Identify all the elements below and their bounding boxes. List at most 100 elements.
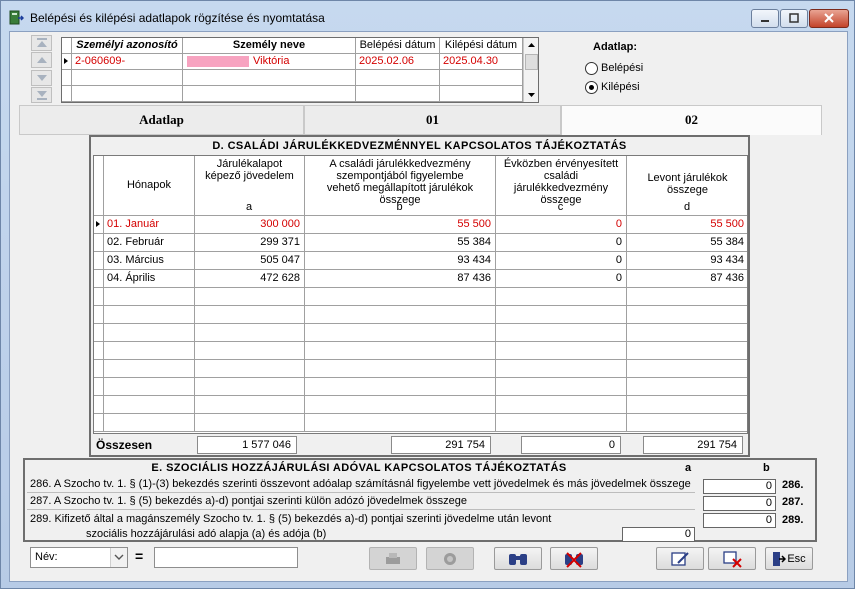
grid-empty-cell	[195, 360, 305, 378]
person-name-cell[interactable]: Viktória	[183, 54, 356, 70]
maximize-button[interactable]	[780, 9, 808, 28]
row-indicator	[94, 252, 104, 270]
binoculars-cancel-icon	[565, 551, 583, 568]
e-286-b-field[interactable]: 0	[703, 479, 776, 494]
e-289-number: 289.	[782, 514, 804, 526]
radio-belepesi-circle[interactable]	[585, 61, 598, 75]
person-grid[interactable]: Személyi azonosító Személy neve Belépési…	[61, 37, 539, 103]
value-c-cell[interactable]: 0	[496, 234, 627, 252]
row-pointer-icon	[96, 221, 100, 227]
col-header-id[interactable]: Személyi azonosító	[72, 38, 183, 54]
prev-record-button[interactable]	[31, 52, 52, 68]
value-d-cell[interactable]: 93 434	[627, 252, 747, 270]
radio-kilepesi[interactable]: Kilépési	[585, 79, 640, 95]
row-pointer	[62, 54, 72, 70]
grid-empty-cell	[305, 324, 496, 342]
app-window: Belépési és kilépési adatlapok rögzítése…	[0, 0, 855, 589]
col-header-d[interactable]: Levont járulékok összege d	[627, 156, 747, 216]
section-e-panel: E. SZOCIÁLIS HOZZÁJÁRULÁSI ADÓVAL KAPCSO…	[23, 458, 817, 542]
grid-empty-cell	[496, 360, 627, 378]
filter-field-select[interactable]: Név:	[30, 547, 128, 568]
next-record-button[interactable]	[31, 70, 52, 86]
value-d-cell[interactable]: 87 436	[627, 270, 747, 288]
month-cell[interactable]: 02. Február	[104, 234, 195, 252]
grid-empty-cell	[94, 342, 104, 360]
month-cell[interactable]: 04. Április	[104, 270, 195, 288]
grid-empty-cell	[72, 70, 183, 86]
tab-01[interactable]: 01	[304, 105, 561, 135]
tab-adatlap[interactable]: Adatlap	[19, 105, 304, 135]
value-c-cell[interactable]: 0	[496, 252, 627, 270]
value-b-cell[interactable]: 93 434	[305, 252, 496, 270]
radio-belepesi[interactable]: Belépési	[585, 60, 643, 76]
value-a-cell[interactable]: 300 000	[195, 216, 305, 234]
preview-button[interactable]	[426, 547, 474, 570]
minimize-button[interactable]	[751, 9, 779, 28]
value-d-cell[interactable]: 55 500	[627, 216, 747, 234]
row-pointer	[94, 216, 104, 234]
value-c-cell[interactable]: 0	[496, 216, 627, 234]
search-clear-button[interactable]	[550, 547, 598, 570]
search-button[interactable]	[494, 547, 542, 570]
section-d-totals: Összesen 1 577 046 291 754 0 291 754	[93, 435, 748, 455]
col-header-c[interactable]: Évközben érvényesített családi járulékke…	[496, 156, 627, 216]
col-header-name[interactable]: Személy neve	[183, 38, 356, 54]
col-header-a[interactable]: Járulékalapot képező jövedelem a	[195, 156, 305, 216]
e-287-b-field[interactable]: 0	[703, 496, 776, 511]
grid-empty-cell	[305, 378, 496, 396]
grid-empty-cell	[104, 414, 195, 432]
grid-empty-cell	[62, 70, 72, 86]
grid-empty-cell	[627, 360, 747, 378]
grid-empty-cell	[496, 306, 627, 324]
section-e-col-a: a	[685, 462, 692, 474]
print-button[interactable]	[369, 547, 417, 570]
col-header-entry[interactable]: Belépési dátum	[356, 38, 440, 54]
section-d-grid[interactable]: Hónapok Járulékalapot képező jövedelem a…	[93, 155, 748, 434]
tab-02[interactable]: 02	[561, 105, 822, 135]
exit-date-cell[interactable]: 2025.04.30	[440, 54, 523, 70]
col-header-a-text: Járulékalapot képező jövedelem	[205, 158, 294, 182]
col-header-exit[interactable]: Kilépési dátum	[440, 38, 523, 54]
grid-empty-cell	[627, 378, 747, 396]
delete-button[interactable]	[708, 547, 756, 570]
exit-button[interactable]: Esc	[765, 547, 813, 570]
scroll-up-icon[interactable]	[525, 39, 538, 52]
month-cell[interactable]: 01. Január	[104, 216, 195, 234]
col-header-b-text: A családi járulékkedvezmény szempontjábó…	[326, 158, 474, 206]
section-d-panel: D. CSALÁDI JÁRULÉKKEDVEZMÉNNYEL KAPCSOLA…	[89, 135, 750, 457]
value-a-cell[interactable]: 472 628	[195, 270, 305, 288]
grid-empty-cell	[356, 70, 440, 86]
grid-empty-cell	[94, 414, 104, 432]
grid-empty-cell	[104, 306, 195, 324]
section-e-title: E. SZOCIÁLIS HOZZÁJÁRULÁSI ADÓVAL KAPCSO…	[151, 462, 567, 474]
filter-dropdown-arrow[interactable]	[110, 548, 127, 567]
col-header-month[interactable]: Hónapok	[104, 156, 195, 216]
grid-indicator-header	[62, 38, 72, 54]
month-cell[interactable]: 03. Március	[104, 252, 195, 270]
last-record-button[interactable]	[31, 87, 52, 103]
edit-button[interactable]	[656, 547, 704, 570]
value-b-cell[interactable]: 87 436	[305, 270, 496, 288]
entry-date-cell[interactable]: 2025.02.06	[356, 54, 440, 70]
person-grid-scrollbar[interactable]	[523, 38, 538, 102]
e-287-number: 287.	[782, 496, 804, 508]
filter-value-input[interactable]	[154, 547, 298, 568]
grid-empty-cell	[195, 342, 305, 360]
close-button[interactable]	[809, 9, 849, 28]
e-289-a-field[interactable]: 0	[622, 527, 695, 542]
value-d-cell[interactable]: 55 384	[627, 234, 747, 252]
col-header-b[interactable]: A családi járulékkedvezmény szempontjábó…	[305, 156, 496, 216]
radio-kilepesi-circle[interactable]	[585, 80, 598, 94]
first-record-button[interactable]	[31, 35, 52, 51]
value-c-cell[interactable]: 0	[496, 270, 627, 288]
scroll-down-icon[interactable]	[525, 88, 538, 101]
scroll-thumb[interactable]	[525, 54, 538, 70]
col-header-d-letter: d	[683, 201, 691, 213]
value-a-cell[interactable]: 299 371	[195, 234, 305, 252]
grid-empty-cell	[496, 288, 627, 306]
e-289-b-field[interactable]: 0	[703, 513, 776, 528]
value-b-cell[interactable]: 55 500	[305, 216, 496, 234]
value-a-cell[interactable]: 505 047	[195, 252, 305, 270]
value-b-cell[interactable]: 55 384	[305, 234, 496, 252]
person-id-cell[interactable]: 2-060609-	[72, 54, 183, 70]
